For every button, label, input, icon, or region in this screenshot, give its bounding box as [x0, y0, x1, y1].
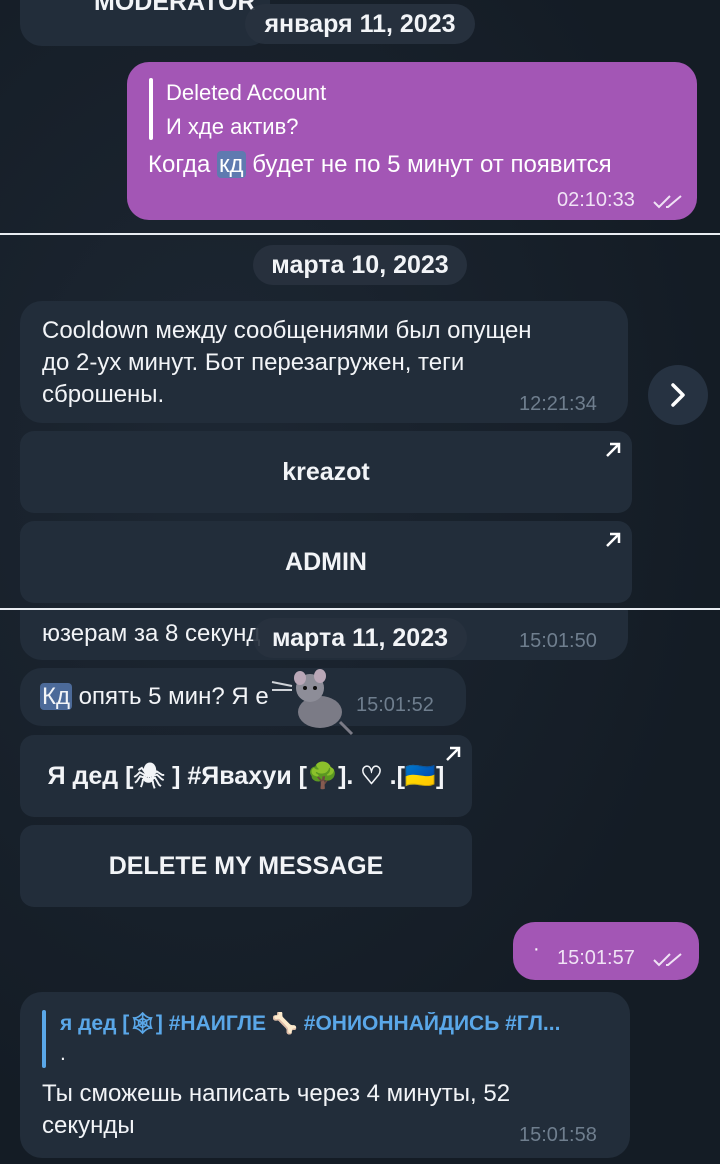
reply-author: я дед [🕸] #НАИГЛЕ 🦴 #ОНИОННАЙДИСЬ #ГЛ...	[60, 1012, 561, 1035]
incoming-reply-message[interactable]: я дед [🕸] #НАИГЛЕ 🦴 #ОНИОННАЙДИСЬ #ГЛ...…	[20, 992, 630, 1158]
forward-button[interactable]	[648, 365, 708, 425]
arrow-up-right-icon	[446, 746, 461, 761]
message-time: 15:01:50	[519, 630, 597, 652]
double-check-icon	[653, 195, 682, 209]
message-text-part: опять 5 мин? Я е	[71, 683, 269, 710]
message-line: до 2-ух минут. Бот перезагружен, теги	[42, 349, 465, 376]
double-check-icon	[653, 953, 682, 967]
inline-button-tag[interactable]: Я дед [🕷 ] #Явахуи [🌳]. ♡ .[🇺🇦]	[20, 735, 472, 817]
message-text-part: Когда	[148, 151, 218, 178]
message-line: сброшены.	[42, 381, 165, 408]
incoming-message[interactable]: Кд опять 5 мин? Я е 15:01:52	[20, 668, 466, 726]
message-time: 02:10:33	[557, 189, 635, 211]
button-label: ADMIN	[285, 547, 367, 576]
inline-button-admin[interactable]: ADMIN	[20, 521, 632, 603]
reply-quote-bar	[42, 1010, 46, 1068]
message-line: Cooldown между сообщениями был опущен	[42, 317, 532, 344]
message-time: 12:21:34	[519, 393, 597, 415]
message-text-part: будет не по 5 минут от появится	[245, 151, 612, 178]
highlighted-word: Кд	[40, 683, 72, 710]
delete-my-message-button[interactable]: DELETE MY MESSAGE	[20, 825, 472, 907]
message-text: юзерам за 8 секунд	[42, 620, 261, 647]
reply-author: Deleted Account	[166, 80, 327, 105]
button-label: kreazot	[282, 457, 370, 486]
button-label: DELETE MY MESSAGE	[108, 851, 384, 880]
screenshot-panel-3: юзерам за 8 секунд 15:01:50 марта 11, 20…	[0, 610, 720, 1164]
sticker-rat-icon	[271, 669, 354, 736]
reply-quote-bar	[149, 78, 153, 140]
screenshot-panel-2: марта 10, 2023 Cooldown между сообщениям…	[0, 235, 720, 608]
message-text: Кд опять 5 мин? Я е	[40, 681, 269, 713]
message-line: секунды	[42, 1112, 135, 1139]
screenshot-panel-1: MODERATOR января 11, 2023 Deleted Accoun…	[0, 0, 720, 233]
chevron-right-icon	[671, 383, 685, 407]
highlighted-word: кд	[217, 151, 246, 178]
moderator-label: MODERATOR	[94, 0, 256, 16]
arrow-up-right-icon	[606, 532, 621, 547]
button-label: Я дед [🕷 ] #Явахуи [🌳]. ♡ .[🇺🇦]	[47, 762, 445, 790]
date-divider: марта 10, 2023	[253, 245, 467, 285]
message-time: 15:01:58	[519, 1124, 597, 1146]
reply-text: И хде актив?	[166, 114, 299, 139]
date-divider: марта 11, 2023	[253, 618, 467, 658]
message-line: Ты сможешь написать через 4 минуты, 52	[42, 1080, 511, 1107]
incoming-message[interactable]: Cooldown между сообщениями был опущен до…	[20, 301, 628, 423]
outgoing-message[interactable]: · 15:01:57	[513, 922, 699, 980]
message-text: Когда кд будет не по 5 минут от появится	[148, 149, 612, 181]
moderator-bubble[interactable]: MODERATOR	[20, 0, 270, 46]
message-time: 15:01:52	[356, 694, 434, 716]
outgoing-message[interactable]: Deleted Account И хде актив? Когда кд бу…	[127, 62, 697, 220]
inline-button-kreazot[interactable]: kreazot	[20, 431, 632, 513]
date-divider: января 11, 2023	[245, 4, 475, 44]
arrow-up-right-icon	[606, 442, 621, 457]
message-time: 15:01:57	[557, 947, 635, 969]
reply-text: .	[60, 1042, 66, 1065]
message-text: ·	[533, 938, 540, 960]
